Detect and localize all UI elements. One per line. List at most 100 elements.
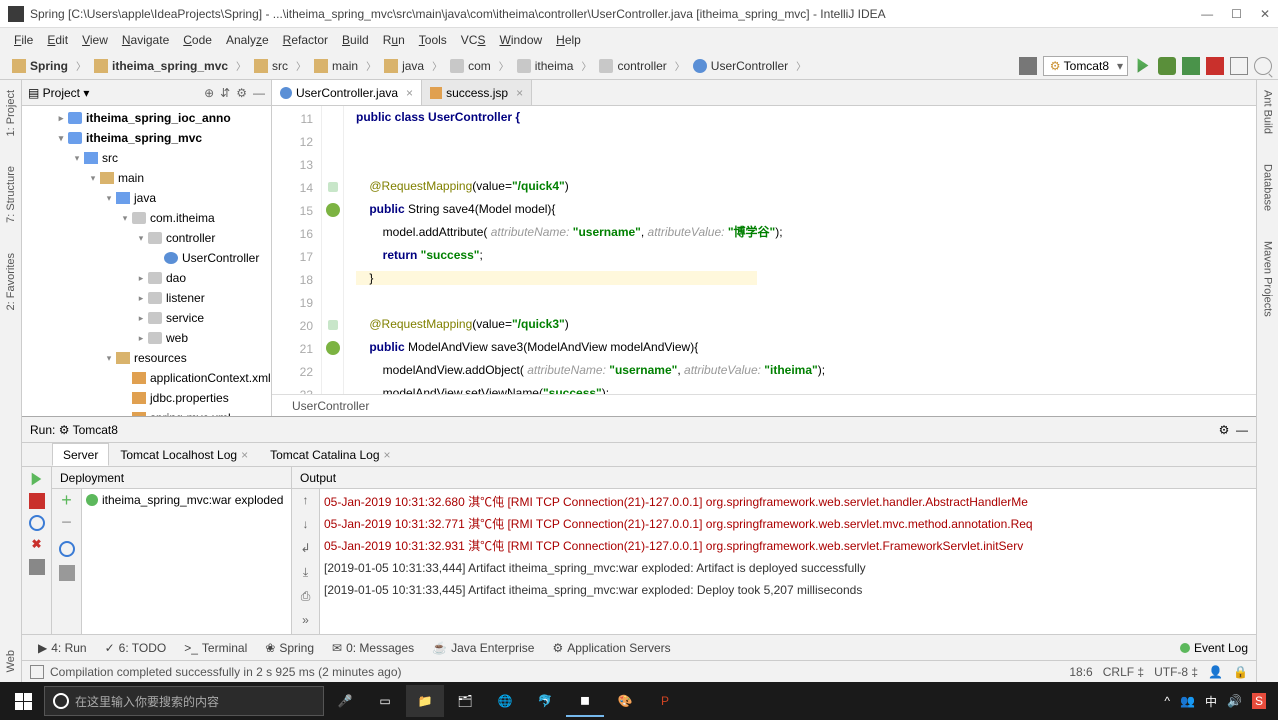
tree-node[interactable]: ▾src bbox=[22, 148, 271, 168]
run-coverage-button[interactable] bbox=[1182, 57, 1200, 75]
run-tab[interactable]: Tomcat Catalina Log× bbox=[259, 443, 401, 466]
console-output[interactable]: 05-Jan-2019 10:31:32.680 淇℃伅 [RMI TCP Co… bbox=[320, 489, 1256, 634]
tree-node[interactable]: ▾itheima_spring_mvc bbox=[22, 128, 271, 148]
s-icon[interactable]: S bbox=[1252, 693, 1266, 709]
soft-wrap-icon[interactable]: ↲ bbox=[298, 541, 314, 557]
run-button[interactable] bbox=[1134, 57, 1152, 75]
project-view-combo[interactable]: ▤ Project ▾ bbox=[28, 86, 89, 100]
hide-icon[interactable]: — bbox=[253, 86, 265, 100]
bottom-tab[interactable]: ❀ Spring bbox=[257, 638, 322, 658]
run-config-combo[interactable]: ⚙ Tomcat8 bbox=[1043, 56, 1128, 76]
tree-node[interactable]: UserController bbox=[22, 248, 271, 268]
powerpoint-icon[interactable]: P bbox=[646, 685, 684, 717]
crumb-com[interactable]: com bbox=[444, 57, 497, 75]
exit-button[interactable]: ✖ bbox=[29, 537, 45, 553]
crumb-project[interactable]: Spring bbox=[6, 57, 74, 75]
menu-build[interactable]: Build bbox=[336, 31, 375, 49]
tree-node[interactable]: applicationContext.xml bbox=[22, 368, 271, 388]
refresh-button[interactable] bbox=[59, 541, 75, 557]
bottom-tab[interactable]: ⚙ Application Servers bbox=[544, 638, 678, 658]
add-artifact-button[interactable]: + bbox=[59, 493, 75, 509]
restart-button[interactable] bbox=[29, 515, 45, 531]
run-marker-icon[interactable] bbox=[328, 182, 338, 192]
code-editor[interactable]: 11121314151617181920212223 public class … bbox=[272, 106, 1256, 394]
rerun-button[interactable] bbox=[29, 471, 45, 487]
spring-gutter-icon[interactable] bbox=[326, 341, 340, 355]
app-icon[interactable]: 🐬 bbox=[526, 685, 564, 717]
system-tray[interactable]: ^ 👥 中 🔊 S bbox=[1164, 693, 1274, 710]
chrome-icon[interactable]: 🌐 bbox=[486, 685, 524, 717]
scroll-from-source-icon[interactable]: ⊕ bbox=[204, 86, 214, 100]
menu-view[interactable]: View bbox=[76, 31, 114, 49]
down-icon[interactable]: ↓ bbox=[298, 517, 314, 533]
menu-analyze[interactable]: Analyze bbox=[220, 31, 275, 49]
windows-search[interactable]: 在这里输入你要搜索的内容 bbox=[44, 686, 324, 716]
crumb-src[interactable]: src bbox=[248, 57, 294, 75]
tool-maven[interactable]: Maven Projects bbox=[1262, 241, 1274, 317]
menu-vcs[interactable]: VCS bbox=[455, 31, 492, 49]
bottom-tab[interactable]: >_ Terminal bbox=[176, 638, 255, 658]
people-icon[interactable]: 👥 bbox=[1180, 694, 1195, 708]
tree-node[interactable]: ▸dao bbox=[22, 268, 271, 288]
layout-button[interactable] bbox=[29, 559, 45, 575]
run-tab[interactable]: Tomcat Localhost Log× bbox=[109, 443, 259, 466]
editor-tab[interactable]: success.jsp× bbox=[422, 80, 532, 105]
tree-node[interactable]: ▸itheima_spring_ioc_anno bbox=[22, 108, 271, 128]
tree-node[interactable]: ▸web bbox=[22, 328, 271, 348]
status-icon[interactable] bbox=[30, 665, 44, 679]
remove-artifact-button[interactable]: − bbox=[59, 517, 75, 533]
stop-button[interactable] bbox=[1206, 57, 1224, 75]
tool-favorites[interactable]: 2: Favorites bbox=[5, 253, 17, 310]
crumb-controller[interactable]: controller bbox=[593, 57, 672, 75]
menu-refactor[interactable]: Refactor bbox=[277, 31, 334, 49]
tree-node[interactable]: ▾resources bbox=[22, 348, 271, 368]
tool-web[interactable]: Web bbox=[5, 650, 17, 672]
caret-position[interactable]: 18:6 bbox=[1069, 665, 1092, 679]
close-tab-icon[interactable]: × bbox=[406, 86, 413, 100]
search-everywhere-button[interactable] bbox=[1254, 57, 1272, 75]
tool-database[interactable]: Database bbox=[1262, 164, 1274, 211]
hide-icon[interactable]: — bbox=[1236, 423, 1248, 437]
up-icon[interactable]: ↑ bbox=[298, 493, 314, 509]
spring-gutter-icon[interactable] bbox=[326, 203, 340, 217]
crumb-itheima[interactable]: itheima bbox=[511, 57, 580, 75]
project-tree[interactable]: ▸itheima_spring_ioc_anno▾itheima_spring_… bbox=[22, 106, 271, 416]
inspection-icon[interactable]: 👤 bbox=[1208, 665, 1223, 679]
more-icon[interactable]: » bbox=[298, 613, 314, 629]
tree-node[interactable]: ▾com.itheima bbox=[22, 208, 271, 228]
run-marker-icon[interactable] bbox=[328, 320, 338, 330]
run-config-label[interactable]: ⚙ Tomcat8 bbox=[59, 423, 118, 437]
menu-tools[interactable]: Tools bbox=[413, 31, 453, 49]
event-log-button[interactable]: Event Log bbox=[1180, 641, 1256, 655]
bottom-tab[interactable]: ✉ 0: Messages bbox=[324, 638, 422, 658]
crumb-module[interactable]: itheima_spring_mvc bbox=[88, 57, 234, 75]
bottom-tab[interactable]: ☕ Java Enterprise bbox=[424, 638, 542, 658]
tree-node[interactable]: ▾controller bbox=[22, 228, 271, 248]
debug-button[interactable] bbox=[1158, 57, 1176, 75]
menu-run[interactable]: Run bbox=[377, 31, 411, 49]
deploy-button[interactable] bbox=[59, 565, 75, 581]
settings-icon[interactable]: ⚙ bbox=[236, 86, 247, 100]
build-button[interactable] bbox=[1019, 57, 1037, 75]
line-gutter[interactable]: 11121314151617181920212223 bbox=[272, 106, 322, 394]
tool-ant[interactable]: Ant Build bbox=[1262, 90, 1274, 134]
ime-icon[interactable]: 中 bbox=[1205, 693, 1217, 710]
mic-icon[interactable]: 🎤 bbox=[326, 685, 364, 717]
file-encoding[interactable]: UTF-8 ‡ bbox=[1154, 665, 1198, 679]
editor-breadcrumb[interactable]: UserController bbox=[272, 394, 1256, 416]
menu-file[interactable]: File bbox=[8, 31, 39, 49]
tree-node[interactable]: spring-mvc.xml bbox=[22, 408, 271, 416]
tool-structure[interactable]: 7: Structure bbox=[5, 166, 17, 223]
bottom-tab[interactable]: ✓ 6: TODO bbox=[97, 638, 175, 658]
tray-up-icon[interactable]: ^ bbox=[1164, 694, 1170, 708]
paint-icon[interactable]: 🎨 bbox=[606, 685, 644, 717]
close-button[interactable]: ✕ bbox=[1260, 7, 1270, 21]
menu-window[interactable]: Window bbox=[493, 31, 548, 49]
tree-node[interactable]: ▾java bbox=[22, 188, 271, 208]
tree-node[interactable]: ▾main bbox=[22, 168, 271, 188]
menu-code[interactable]: Code bbox=[177, 31, 218, 49]
close-tab-icon[interactable]: × bbox=[516, 86, 523, 100]
collapse-all-icon[interactable]: ⇵ bbox=[220, 86, 230, 100]
bottom-tab[interactable]: ▶ 4: Run bbox=[30, 638, 95, 658]
intellij-icon[interactable]: ◼ bbox=[566, 685, 604, 717]
